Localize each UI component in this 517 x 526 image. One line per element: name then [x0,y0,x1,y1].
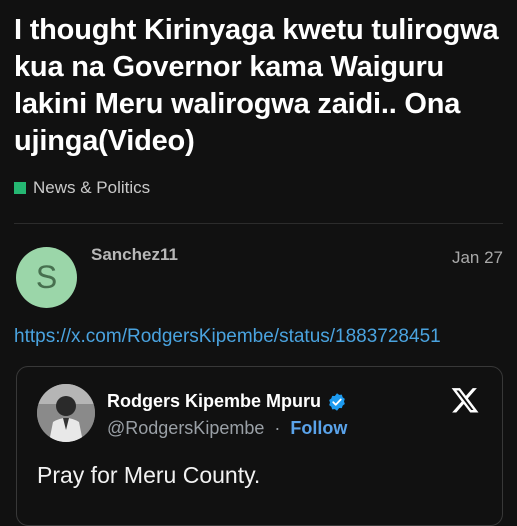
x-logo-icon[interactable] [450,385,480,415]
tweet-author-avatar[interactable] [37,384,95,442]
separator-dot: · [274,418,281,438]
category-color-swatch [14,182,26,194]
tweet-handle-row: @RodgersKipembe · Follow [107,418,347,439]
avatar[interactable]: S [16,247,77,308]
follow-button[interactable]: Follow [290,418,347,438]
category-badge[interactable]: News & Politics [14,178,150,198]
topic-title: I thought Kirinyaga kwetu tulirogwa kua … [14,14,499,157]
tweet-embed-card[interactable]: Rodgers Kipembe Mpuru @RodgersKipembe · … [16,366,503,526]
post-link[interactable]: https://x.com/RodgersKipembe/status/1883… [14,326,441,348]
verified-badge-icon [329,392,345,411]
tweet-author-handle: @RodgersKipembe [107,418,265,438]
post-username[interactable]: Sanchez11 [91,245,178,265]
divider [14,223,503,224]
post-date[interactable]: Jan 27 [452,248,503,268]
tweet-author-name: Rodgers Kipembe Mpuru [107,391,322,411]
tweet-author-name-row[interactable]: Rodgers Kipembe Mpuru [107,391,347,412]
avatar-letter: S [35,259,58,295]
category-label: News & Politics [33,178,151,197]
tweet-text: Pray for Meru County. [37,462,261,488]
